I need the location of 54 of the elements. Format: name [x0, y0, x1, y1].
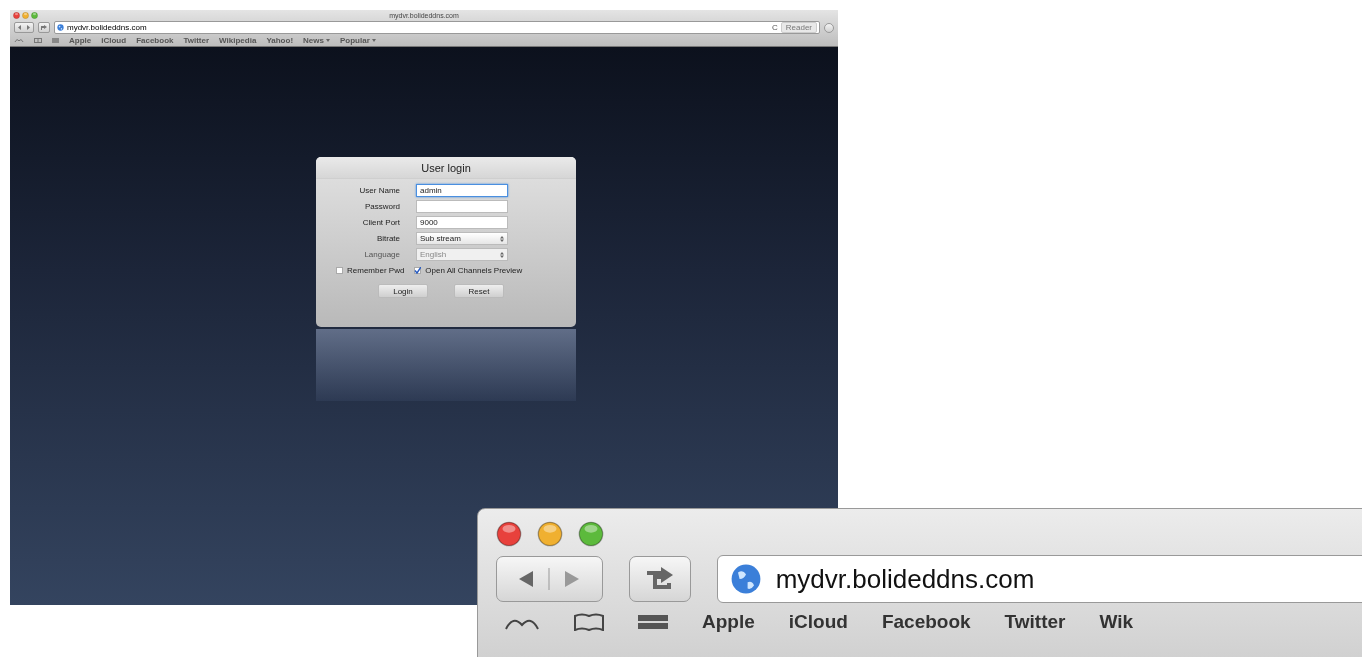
address-field[interactable]: mydvr.bolideddns.com C Reader [54, 21, 820, 34]
bookmark-link[interactable]: Twitter [183, 35, 210, 45]
checkbox-label: Remember Pwd [347, 266, 405, 275]
window-control-icon[interactable] [13, 12, 20, 19]
bookmarks-icon[interactable] [574, 613, 604, 631]
stepper-icon [500, 235, 504, 242]
bookmark-link[interactable]: Facebook [136, 35, 174, 45]
download-button[interactable] [824, 22, 834, 33]
top-sites-icon[interactable] [638, 615, 668, 629]
reader-button[interactable]: Reader [780, 22, 817, 33]
field-label: User Name [358, 186, 400, 195]
bookmark-link[interactable]: Wikipedia [219, 35, 257, 45]
address-field[interactable]: mydvr.bolideddns.com [716, 555, 1362, 603]
window-control-icon[interactable] [31, 12, 38, 19]
window-control-icon[interactable] [578, 521, 604, 547]
field-label: Language [363, 250, 400, 259]
stepper-icon [500, 251, 504, 258]
field-label: Password [363, 202, 400, 211]
form-button[interactable]: Reset [454, 284, 504, 298]
input-field[interactable]: 9000 [416, 216, 508, 229]
bookmark-link[interactable]: Yahoo! [266, 35, 294, 45]
field-label: Bitrate [375, 234, 400, 243]
checkbox[interactable] [414, 267, 422, 274]
back-forward-button[interactable] [14, 22, 34, 33]
reload-button[interactable]: C [771, 23, 778, 32]
window-control-icon[interactable] [496, 521, 522, 547]
bookmark-link[interactable]: Wik [1099, 611, 1134, 633]
caret-icon [325, 38, 330, 42]
bookmark-link[interactable]: iCloud [101, 35, 127, 45]
bookmark-link[interactable]: Apple [702, 611, 755, 633]
panel-title: User login [316, 157, 576, 179]
share-icon [644, 567, 675, 591]
globe-icon [729, 563, 762, 595]
dropdown-field[interactable]: Sub stream [416, 232, 508, 245]
share-button[interactable] [628, 556, 691, 602]
back-forward-button[interactable] [496, 556, 603, 602]
checkbox-label: Open All Channels Preview [425, 266, 523, 275]
share-button[interactable] [38, 22, 50, 33]
field-label: Client Port [361, 218, 400, 227]
form-button[interactable]: Login [378, 284, 428, 298]
bookmark-link[interactable]: Facebook [881, 611, 971, 633]
bookmark-link[interactable]: Twitter [1004, 611, 1066, 633]
bookmark-link[interactable]: Apple [69, 35, 92, 45]
window-control-icon[interactable] [537, 521, 563, 547]
caret-icon [371, 38, 376, 42]
input-field[interactable]: admin [416, 184, 508, 197]
checkbox[interactable] [336, 267, 343, 274]
globe-icon [57, 24, 64, 31]
password-field[interactable] [416, 200, 508, 213]
bookmark-link[interactable]: iCloud [788, 611, 848, 633]
arrows-icon [18, 25, 30, 30]
share-icon [41, 25, 47, 30]
bookmark-link[interactable]: News [303, 35, 330, 45]
bookmark-link[interactable]: Popular [339, 35, 376, 45]
